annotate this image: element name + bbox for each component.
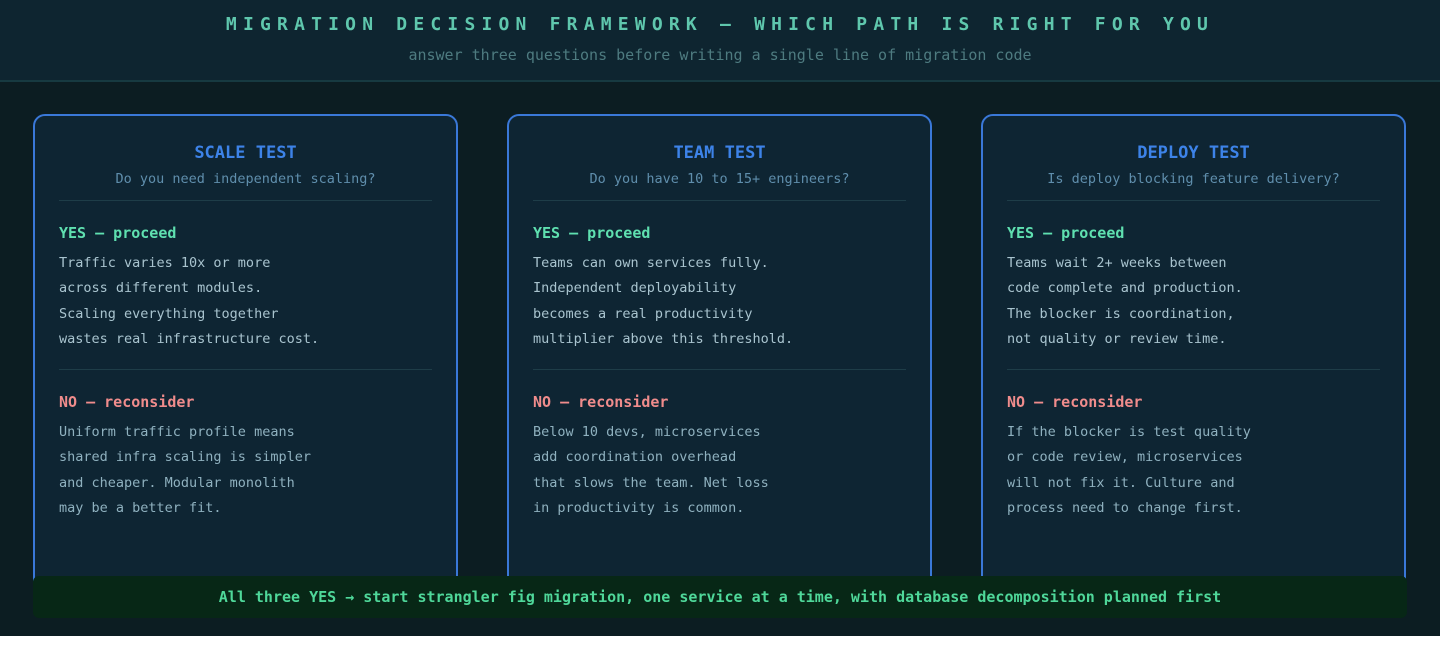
- divider: [1007, 369, 1380, 370]
- card-question: Do you have 10 to 15+ engineers?: [589, 171, 850, 187]
- no-description: Uniform traffic profile means shared inf…: [59, 424, 311, 517]
- no-label: NO — reconsider: [1007, 393, 1143, 411]
- divider: [1007, 200, 1380, 201]
- conclusion-text: All three YES → start strangler fig migr…: [218, 588, 1222, 606]
- card-title: DEPLOY TEST: [1137, 143, 1250, 163]
- no-description: If the blocker is test quality or code r…: [1007, 424, 1251, 517]
- no-description: Below 10 devs, microservices add coordin…: [533, 424, 769, 517]
- yes-label: YES — proceed: [59, 224, 177, 242]
- card-title: TEAM TEST: [673, 143, 766, 163]
- conclusion-banner: All three YES → start strangler fig migr…: [33, 576, 1407, 618]
- card-deploy-test: DEPLOY TEST Is deploy blocking feature d…: [981, 114, 1406, 596]
- header: MIGRATION DECISION FRAMEWORK — WHICH PAT…: [0, 0, 1440, 82]
- page-subtitle: answer three questions before writing a …: [408, 46, 1032, 64]
- no-label: NO — reconsider: [533, 393, 669, 411]
- divider: [533, 200, 906, 201]
- card-question: Is deploy blocking feature delivery?: [1047, 171, 1340, 187]
- yes-label: YES — proceed: [533, 224, 651, 242]
- yes-label: YES — proceed: [1007, 224, 1125, 242]
- divider: [533, 369, 906, 370]
- framework-canvas: MIGRATION DECISION FRAMEWORK — WHICH PAT…: [0, 0, 1440, 636]
- divider: [59, 369, 432, 370]
- card-question: Do you need independent scaling?: [115, 171, 376, 187]
- no-label: NO — reconsider: [59, 393, 195, 411]
- yes-description: Teams wait 2+ weeks between code complet…: [1007, 255, 1243, 348]
- divider: [59, 200, 432, 201]
- page-title: MIGRATION DECISION FRAMEWORK — WHICH PAT…: [225, 14, 1215, 35]
- card-scale-test: SCALE TEST Do you need independent scali…: [33, 114, 458, 596]
- card-title: SCALE TEST: [194, 143, 297, 163]
- yes-description: Teams can own services fully. Independen…: [533, 255, 794, 348]
- yes-description: Traffic varies 10x or more across differ…: [59, 255, 320, 348]
- card-team-test: TEAM TEST Do you have 10 to 15+ engineer…: [507, 114, 932, 596]
